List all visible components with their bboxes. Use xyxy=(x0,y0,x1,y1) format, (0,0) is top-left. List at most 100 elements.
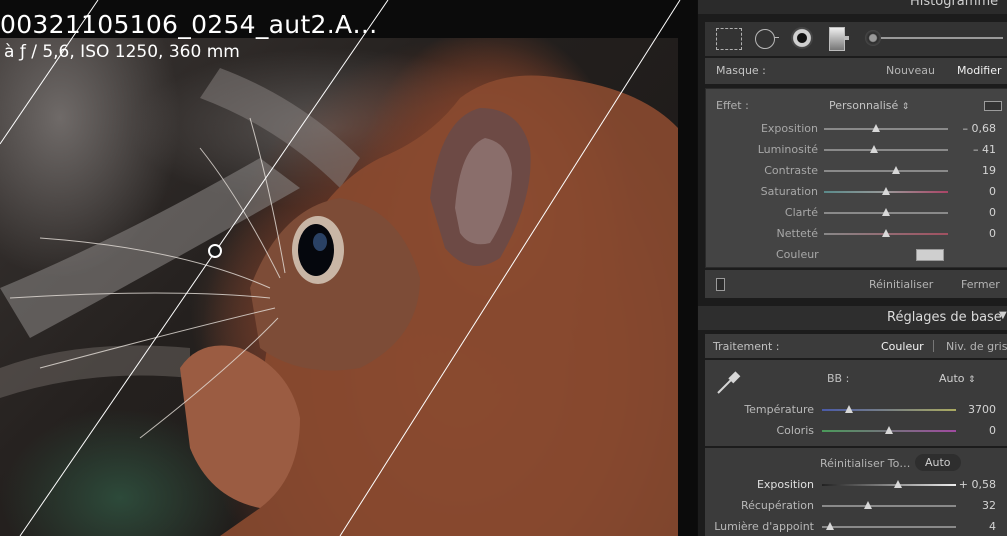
mask-edit-button[interactable]: Modifier xyxy=(957,64,1001,77)
slider-recovery-value[interactable]: 32 xyxy=(982,499,996,512)
red-eye-icon[interactable] xyxy=(791,27,813,49)
mask-new-button[interactable]: Nouveau xyxy=(886,64,935,77)
slider-sharpness: Netteté 0 xyxy=(706,225,1007,243)
slider-fill-light-thumb[interactable] xyxy=(826,522,835,530)
tone-auto-button[interactable]: Auto xyxy=(915,454,961,471)
wb-dropdown[interactable]: Auto ⇕ xyxy=(939,372,976,385)
slider-recovery-label: Récupération xyxy=(740,499,814,512)
effect-preset-value: Personnalisé xyxy=(829,99,899,112)
spot-arrow-icon xyxy=(774,37,779,38)
slider-temperature-thumb[interactable] xyxy=(844,405,853,413)
effect-footer: Réinitialiser Fermer xyxy=(705,270,1007,298)
slider-brightness-label: Luminosité xyxy=(757,143,818,156)
white-balance-block: BB : Auto ⇕ Température 3700 Coloris 0 xyxy=(705,360,1007,446)
slider-fill-light: Lumière d'appoint 4 xyxy=(705,518,1007,536)
slider-tint-value[interactable]: 0 xyxy=(989,424,996,437)
slider-temperature-track[interactable] xyxy=(822,409,956,411)
slider-contrast: Contraste 19 xyxy=(706,162,1007,180)
effect-reset-button[interactable]: Réinitialiser xyxy=(869,278,933,291)
slider-exposure-value[interactable]: – 0,68 xyxy=(963,122,997,135)
slider-temperature-value[interactable]: 3700 xyxy=(968,403,996,416)
slider-exposure: Exposition – 0,68 xyxy=(706,120,1007,138)
slider-contrast-value[interactable]: 19 xyxy=(982,164,996,177)
basic-settings-title: Réglages de base xyxy=(887,310,1002,325)
slider-exposure-label: Exposition xyxy=(756,478,814,491)
slider-saturation-thumb[interactable] xyxy=(882,187,890,195)
slider-exposure: Exposition + 0,58 xyxy=(705,476,1007,494)
eyedropper-icon[interactable] xyxy=(713,366,745,398)
updown-arrows-icon: ⇕ xyxy=(968,375,976,385)
slider-exposure-track[interactable] xyxy=(822,484,956,486)
tone-block: Réinitialiser To… Auto Exposition + 0,58 R… xyxy=(705,448,1007,536)
spot-removal-icon[interactable] xyxy=(755,29,775,49)
slider-brightness-track[interactable] xyxy=(824,149,948,151)
slider-contrast-thumb[interactable] xyxy=(891,166,900,174)
slider-saturation-label: Saturation xyxy=(760,185,818,198)
mask-label: Masque : xyxy=(716,64,766,77)
slider-brightness-value[interactable]: – 41 xyxy=(973,143,996,156)
effect-color-swatch[interactable] xyxy=(916,249,944,261)
slider-exposure-thumb[interactable] xyxy=(872,124,881,132)
slider-recovery: Récupération 32 xyxy=(705,497,1007,515)
adjustment-brush-icon[interactable] xyxy=(865,30,881,46)
slider-temperature: Température 3700 xyxy=(705,401,1007,419)
slider-clarity-thumb[interactable] xyxy=(882,208,890,216)
slider-sharpness-thumb[interactable] xyxy=(882,229,890,237)
effect-close-button[interactable]: Fermer xyxy=(961,278,1000,291)
slider-clarity-label: Clarté xyxy=(784,206,818,219)
slider-contrast-track[interactable] xyxy=(824,170,948,172)
slider-exposure-thumb[interactable] xyxy=(894,480,903,488)
slider-exposure-label: Exposition xyxy=(760,122,818,135)
effect-preset-dropdown[interactable]: Personnalisé ⇕ xyxy=(829,99,909,112)
brush-size-track[interactable] xyxy=(881,37,1003,39)
photo-canvas[interactable] xyxy=(0,38,678,536)
photo-viewer[interactable]: 00321105106_0254_aut2.A… à ƒ / 5,6, ISO … xyxy=(0,0,697,536)
graduated-filter-indicator-icon xyxy=(845,36,849,40)
photo-filename: 00321105106_0254_aut2.A… xyxy=(0,10,378,39)
treatment-row: Traitement : Couleur Niv. de gris xyxy=(705,334,1007,358)
slider-exposure-track[interactable] xyxy=(824,128,948,130)
slider-brightness-thumb[interactable] xyxy=(869,145,878,153)
slider-fill-light-track[interactable] xyxy=(822,526,956,528)
slider-sharpness-value[interactable]: 0 xyxy=(989,227,996,240)
photo-exif: à ƒ / 5,6, ISO 1250, 360 mm xyxy=(4,42,240,62)
slider-clarity: Clarté 0 xyxy=(706,204,1007,222)
tone-reset-button[interactable]: Réinitialiser To… xyxy=(820,457,910,470)
tool-strip xyxy=(705,22,1007,56)
treatment-label: Traitement : xyxy=(713,340,780,353)
slider-saturation: Saturation 0 xyxy=(706,183,1007,201)
effect-panel: Effet : Personnalisé ⇕ Exposition – 0,68 L… xyxy=(705,88,1007,268)
effect-panel-toggle-icon[interactable] xyxy=(984,101,1002,111)
effect-label: Effet : xyxy=(716,99,749,112)
effect-color-label: Couleur xyxy=(776,248,819,261)
treatment-divider xyxy=(933,340,934,352)
histogram-title: Histogramme xyxy=(910,0,999,9)
slider-exposure-value[interactable]: + 0,58 xyxy=(959,478,996,491)
slider-tint-label: Coloris xyxy=(776,424,814,437)
updown-arrows-icon: ⇕ xyxy=(901,102,910,112)
slider-sharpness-label: Netteté xyxy=(776,227,818,240)
slider-temperature-label: Température xyxy=(744,403,814,416)
slider-brightness: Luminosité – 41 xyxy=(706,141,1007,159)
mask-row: Masque : Nouveau Modifier xyxy=(705,58,1007,84)
crop-tool-icon[interactable] xyxy=(716,28,742,50)
slider-saturation-value[interactable]: 0 xyxy=(989,185,996,198)
photo-illustration xyxy=(0,68,678,536)
slider-fill-light-value[interactable]: 4 xyxy=(989,520,996,533)
histogram-header[interactable]: Histogramme xyxy=(698,0,1007,14)
treatment-grayscale-button[interactable]: Niv. de gris xyxy=(946,340,1007,353)
slider-recovery-track[interactable] xyxy=(822,505,956,507)
slider-tint-thumb[interactable] xyxy=(885,426,893,434)
treatment-color-button[interactable]: Couleur xyxy=(881,340,924,353)
collapse-triangle-icon[interactable]: ▼ xyxy=(999,310,1007,321)
slider-fill-light-label: Lumière d'appoint xyxy=(714,520,814,533)
slider-clarity-value[interactable]: 0 xyxy=(989,206,996,219)
wb-label: BB : xyxy=(827,372,850,385)
wb-value: Auto xyxy=(939,372,965,385)
develop-right-panel: Histogramme Masque : Nouveau Modifier Ef… xyxy=(697,0,1007,536)
graduated-filter-icon[interactable] xyxy=(829,27,845,51)
mask-toggle-switch-icon[interactable] xyxy=(716,278,725,291)
basic-settings-header[interactable]: Réglages de base ▼ xyxy=(698,306,1007,330)
slider-contrast-label: Contraste xyxy=(764,164,818,177)
slider-recovery-thumb[interactable] xyxy=(863,501,872,509)
